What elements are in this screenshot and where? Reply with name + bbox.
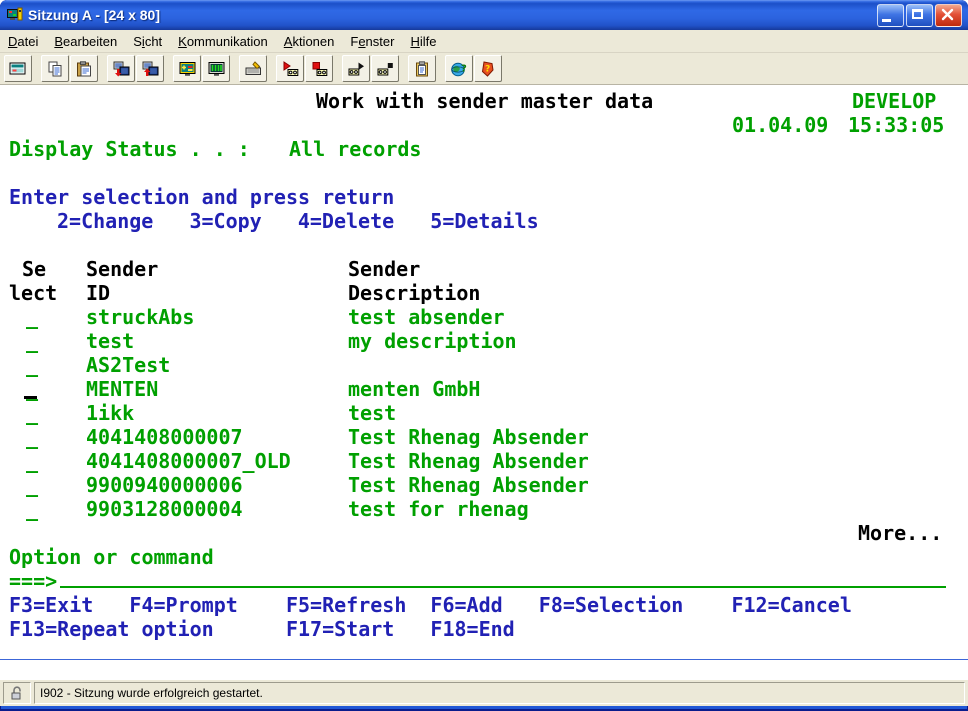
- row-select-field[interactable]: _: [26, 449, 38, 473]
- display-setup-icon[interactable]: [173, 55, 201, 82]
- menu-datei[interactable]: Datei: [0, 32, 46, 51]
- oia-separator: [0, 659, 968, 660]
- paste-icon[interactable]: [70, 55, 98, 82]
- menu-hilfe[interactable]: Hilfe: [402, 32, 444, 51]
- display-attributes-icon[interactable]: [202, 55, 230, 82]
- display-status-label: Display Status . . :: [9, 137, 250, 161]
- row-select-field[interactable]: _: [26, 305, 38, 329]
- row-sender-description: menten GmbH: [348, 377, 480, 401]
- minimize-icon: [882, 19, 891, 22]
- new-session-icon[interactable]: [4, 55, 32, 82]
- header-lect: lect: [9, 281, 57, 305]
- screen-title: Work with sender master data: [316, 89, 653, 113]
- row-select-field[interactable]: _: [26, 401, 38, 425]
- row-sender-description: test absender: [348, 305, 505, 329]
- screen-time: 15:33:05: [848, 113, 944, 137]
- minimize-button[interactable]: [877, 4, 904, 27]
- svg-text:?: ?: [461, 63, 467, 74]
- row-select-field[interactable]: _: [26, 329, 38, 353]
- screen-date: 01.04.09: [732, 113, 828, 137]
- emulator-window: Sitzung A - [24 x 80] Datei Bearbeiten S…: [0, 0, 968, 711]
- option-legend: 2=Change 3=Copy 4=Delete 5=Details: [57, 209, 539, 233]
- close-button[interactable]: [935, 4, 962, 27]
- instruction-line: Enter selection and press return: [9, 185, 394, 209]
- maximize-icon: [912, 9, 923, 19]
- close-icon: [936, 5, 959, 24]
- row-select-field[interactable]: _: [26, 497, 38, 521]
- row-sender-description: Test Rhenag Absender: [348, 449, 589, 473]
- row-sender-id: struckAbs: [86, 305, 194, 329]
- row-sender-id: 4041408000007_OLD: [86, 449, 291, 473]
- row-sender-id: 9900940000006: [86, 473, 243, 497]
- row-sender-description: Test Rhenag Absender: [348, 473, 589, 497]
- app-icon: [6, 6, 24, 24]
- record-macro-icon[interactable]: [276, 55, 304, 82]
- row-sender-id: 9903128000004: [86, 497, 243, 521]
- clipboard-icon[interactable]: [408, 55, 436, 82]
- context-help-icon[interactable]: ?: [474, 55, 502, 82]
- svg-text:?: ?: [485, 64, 490, 74]
- fkeys-row-2: F13=Repeat option F17=Start F18=End: [9, 617, 515, 641]
- toolbar: ? ?: [0, 53, 968, 85]
- row-sender-description: my description: [348, 329, 517, 353]
- row-sender-id: MENTEN: [86, 377, 158, 401]
- more-indicator: More...: [858, 521, 942, 545]
- stop-macro-icon[interactable]: [371, 55, 399, 82]
- keyboard-setup-icon[interactable]: [239, 55, 267, 82]
- menu-fenster[interactable]: Fenster: [342, 32, 402, 51]
- play-macro-icon[interactable]: [342, 55, 370, 82]
- unlocked-icon: [9, 685, 25, 701]
- command-input[interactable]: [60, 586, 946, 588]
- row-sender-id: AS2Test: [86, 353, 170, 377]
- row-sender-id: 1ikk: [86, 401, 134, 425]
- receive-file-icon[interactable]: [136, 55, 164, 82]
- online-help-icon[interactable]: ?: [445, 55, 473, 82]
- row-sender-description: Test Rhenag Absender: [348, 425, 589, 449]
- menu-bearbeiten[interactable]: Bearbeiten: [46, 32, 125, 51]
- copy-icon[interactable]: [41, 55, 69, 82]
- row-sender-id: 4041408000007: [86, 425, 243, 449]
- header-id: ID: [86, 281, 110, 305]
- fkeys-row-1: F3=Exit F4=Prompt F5=Refresh F6=Add F8=S…: [9, 593, 852, 617]
- send-file-icon[interactable]: [107, 55, 135, 82]
- display-status-value: All records: [289, 137, 421, 161]
- menu-kommunikation[interactable]: Kommunikation: [170, 32, 276, 51]
- command-arrow: ===>: [9, 569, 57, 593]
- row-sender-description: test: [348, 401, 396, 425]
- text-cursor: [24, 396, 37, 399]
- terminal-screen[interactable]: Work with sender master data DEVELOP 01.…: [0, 85, 968, 680]
- menu-sicht[interactable]: Sicht: [125, 32, 170, 51]
- window-title: Sitzung A - [24 x 80]: [28, 7, 875, 23]
- row-select-field[interactable]: _: [26, 425, 38, 449]
- stop-record-icon[interactable]: [305, 55, 333, 82]
- title-bar[interactable]: Sitzung A - [24 x 80]: [0, 0, 968, 30]
- row-sender-id: test: [86, 329, 134, 353]
- row-select-field[interactable]: _: [26, 473, 38, 497]
- header-sender2: Sender: [348, 257, 420, 281]
- row-sender-description: test for rhenag: [348, 497, 529, 521]
- menu-bar: Datei Bearbeiten Sicht Kommunikation Akt…: [0, 30, 968, 53]
- system-name: DEVELOP: [852, 89, 936, 113]
- menu-aktionen[interactable]: Aktionen: [276, 32, 343, 51]
- command-label: Option or command: [9, 545, 214, 569]
- row-select-field[interactable]: _: [26, 353, 38, 377]
- connection-status-cell: [3, 682, 31, 704]
- header-description: Description: [348, 281, 480, 305]
- header-se: Se: [22, 257, 46, 281]
- status-message: I902 - Sitzung wurde erfolgreich gestart…: [34, 682, 965, 704]
- status-bar: I902 - Sitzung wurde erfolgreich gestart…: [0, 680, 968, 706]
- maximize-button[interactable]: [906, 4, 933, 27]
- header-sender: Sender: [86, 257, 158, 281]
